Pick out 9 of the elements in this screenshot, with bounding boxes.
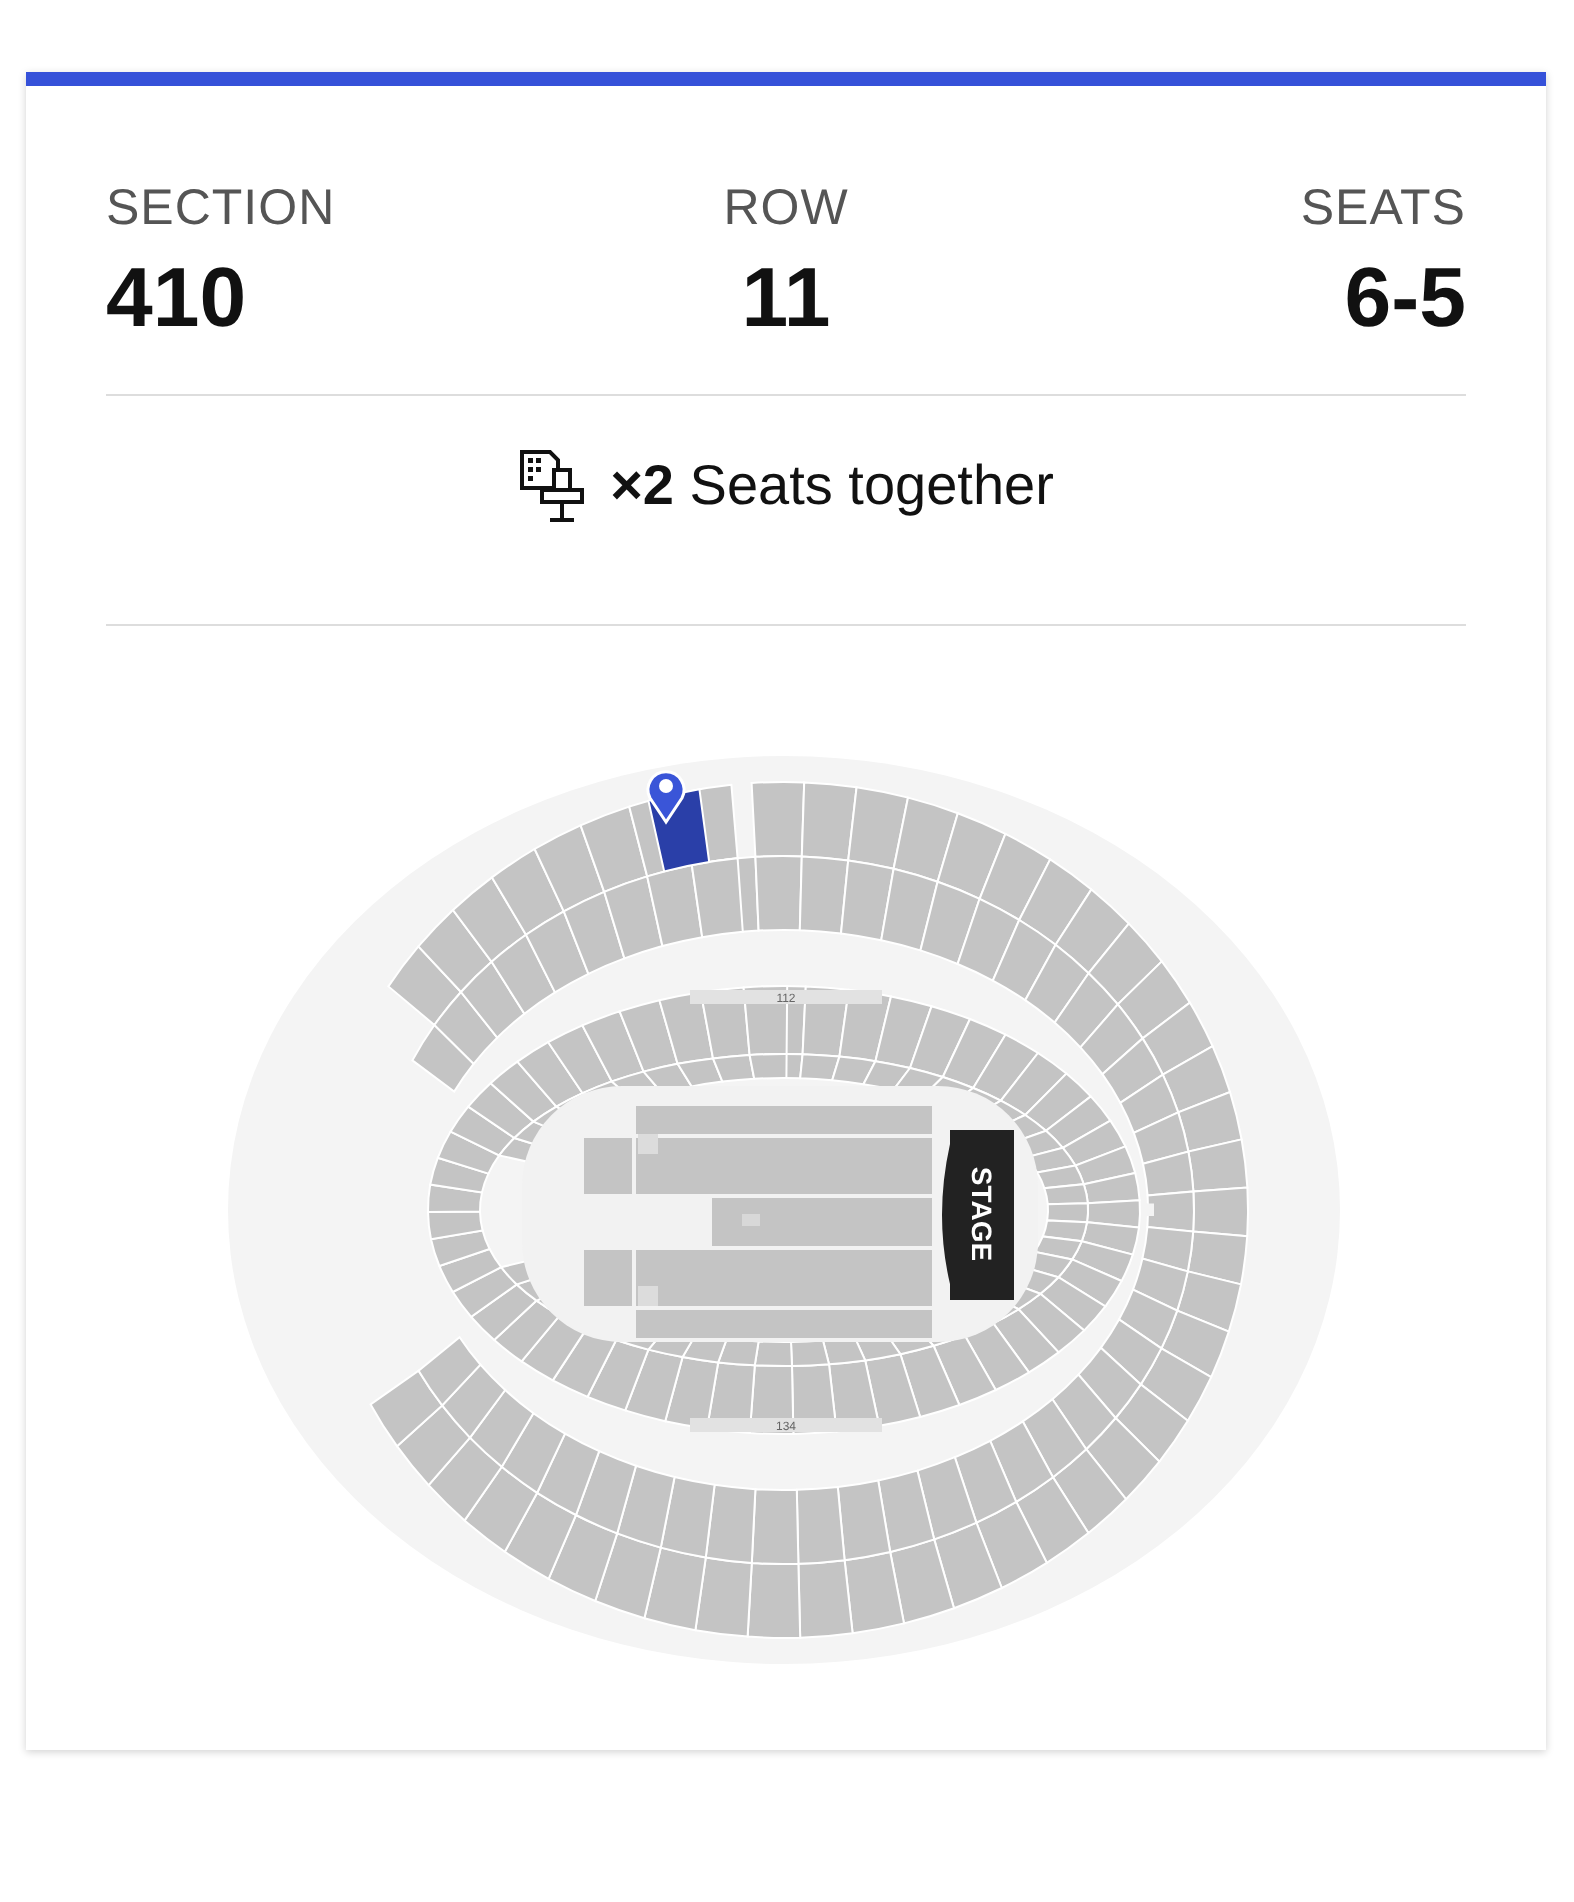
summary-label: ROW xyxy=(723,180,849,238)
stage-label: STAGE xyxy=(966,1166,998,1262)
summary-label: SECTION xyxy=(106,180,336,238)
summary-value: 6-5 xyxy=(1344,250,1466,346)
summary-label: SEATS xyxy=(1300,180,1466,238)
summary-value: 11 xyxy=(741,250,831,346)
seats-together-text: ×2 Seats together xyxy=(610,454,1054,518)
location-pin-icon xyxy=(646,770,686,824)
summary-value: 410 xyxy=(106,250,247,346)
